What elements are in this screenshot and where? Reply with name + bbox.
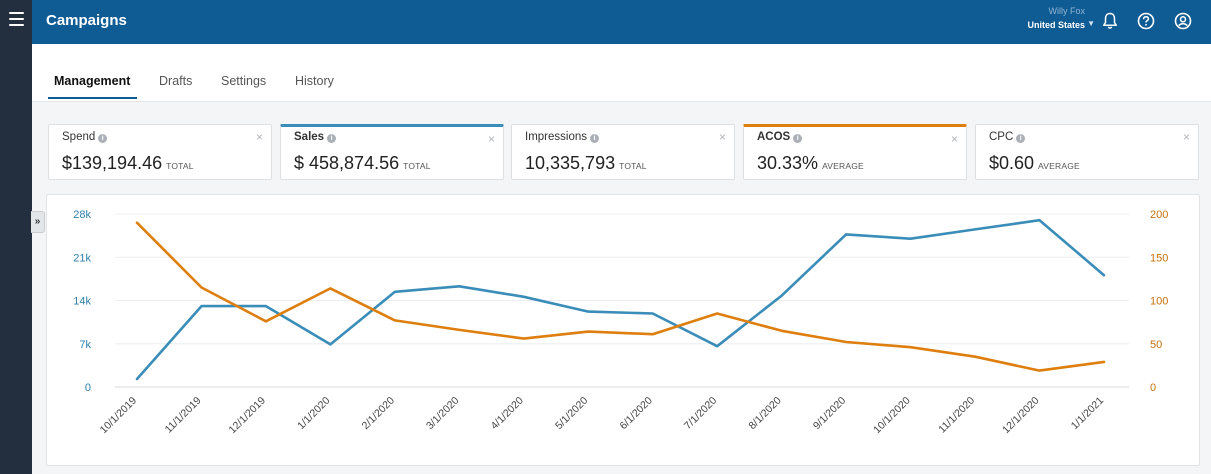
metric-label-text: Spend xyxy=(62,131,96,143)
y-right-tick-label: 200 xyxy=(1150,209,1168,221)
x-tick-label: 12/1/2019 xyxy=(227,395,269,437)
x-tick-label: 12/1/2020 xyxy=(1000,395,1042,437)
metric-card-cpc[interactable]: CPC i × $0.60 AVERAGE xyxy=(975,124,1199,180)
info-icon[interactable]: i xyxy=(98,134,108,143)
user-circle-icon[interactable] xyxy=(1172,10,1194,32)
metric-label-spend: Spend i xyxy=(62,131,108,143)
y-left-tick-label: 28k xyxy=(73,209,91,221)
line-chart: 28k 200 21k 150 14k 100 7k 50 0 0 10/1/2019 11/1/20… xyxy=(73,209,1168,437)
y-right-tick-label: 0 xyxy=(1150,382,1156,394)
x-tick-label: 6/1/2020 xyxy=(617,395,654,432)
y-left-tick-label: 7k xyxy=(79,339,91,351)
x-tick-label: 1/1/2020 xyxy=(295,395,332,432)
account-name: Willy Fox xyxy=(1048,6,1086,16)
metric-value-row: $139,194.46 TOTAL xyxy=(62,153,194,174)
metric-value-row: 10,335,793 TOTAL xyxy=(525,153,647,174)
x-tick-label: 9/1/2020 xyxy=(811,395,848,432)
page-title: Campaigns xyxy=(46,12,127,29)
x-tick-label: 4/1/2020 xyxy=(489,395,526,432)
metric-suffix: TOTAL xyxy=(166,161,194,171)
x-tick-label: 5/1/2020 xyxy=(553,395,590,432)
metric-suffix: AVERAGE xyxy=(1038,161,1080,171)
y-left-tick-label: 0 xyxy=(85,382,91,394)
info-icon[interactable]: i xyxy=(327,134,337,143)
tab-drafts[interactable]: Drafts xyxy=(159,74,192,88)
close-icon[interactable]: × xyxy=(256,131,263,143)
question-circle-icon[interactable] xyxy=(1135,10,1157,32)
y-right-tick-label: 100 xyxy=(1150,296,1168,308)
top-bar: Campaigns Willy Fox United States ▼ xyxy=(32,0,1211,44)
x-tick-label: 8/1/2020 xyxy=(746,395,783,432)
left-navigation-rail xyxy=(0,0,32,474)
x-tick-label: 2/1/2020 xyxy=(360,395,397,432)
chart-panel: 28k 200 21k 150 14k 100 7k 50 0 0 10/1/2019 11/1/20… xyxy=(46,194,1200,466)
close-icon[interactable]: × xyxy=(1183,131,1190,143)
x-tick-label: 11/1/2019 xyxy=(163,395,204,436)
tab-management[interactable]: Management xyxy=(54,74,130,88)
info-icon[interactable]: i xyxy=(1016,134,1026,143)
metric-value: $ 458,874.56 xyxy=(294,153,400,173)
hamburger-icon[interactable] xyxy=(9,12,24,26)
metric-value-row: $ 458,874.56 TOTAL xyxy=(294,153,431,174)
metric-label-sales: Sales i xyxy=(294,131,337,143)
caret-down-icon: ▼ xyxy=(1087,19,1095,28)
metric-label-impressions: Impressions i xyxy=(525,131,599,143)
metric-value-row: $0.60 AVERAGE xyxy=(989,153,1080,174)
account-country: United States xyxy=(1027,20,1085,30)
metric-suffix: TOTAL xyxy=(619,161,647,171)
active-tab-indicator xyxy=(48,97,137,99)
metric-label-text: Impressions xyxy=(525,131,587,143)
info-icon[interactable]: i xyxy=(590,134,599,143)
y-right-tick-label: 50 xyxy=(1150,339,1162,351)
close-icon[interactable]: × xyxy=(488,133,495,145)
metric-value: 10,335,793 xyxy=(525,153,616,173)
metric-suffix: TOTAL xyxy=(403,161,431,171)
bell-icon[interactable] xyxy=(1099,10,1121,32)
metric-card-sales[interactable]: Sales i × $ 458,874.56 TOTAL xyxy=(280,124,504,180)
metric-card-acos[interactable]: ACOS i × 30.33% AVERAGE xyxy=(743,124,967,180)
info-icon[interactable]: i xyxy=(793,134,803,143)
y-left-tick-label: 14k xyxy=(73,296,91,308)
metric-value: $0.60 xyxy=(989,153,1035,173)
account-selector[interactable]: Willy Fox United States ▼ xyxy=(1027,6,1095,30)
x-tick-label: 1/1/2021 xyxy=(1069,395,1106,432)
metric-card-impressions[interactable]: Impressions i × 10,335,793 TOTAL xyxy=(511,124,735,180)
metric-label-text: ACOS xyxy=(757,131,791,143)
y-left-tick-label: 21k xyxy=(73,252,91,264)
x-tick-label: 10/1/2020 xyxy=(871,395,913,437)
metric-card-spend[interactable]: Spend i × $139,194.46 TOTAL xyxy=(48,124,272,180)
x-tick-label: 11/1/2020 xyxy=(936,395,977,436)
tab-history[interactable]: History xyxy=(295,74,334,88)
metric-label-cpc: CPC i xyxy=(989,131,1026,143)
y-right-tick-label: 150 xyxy=(1150,252,1168,264)
metric-value: $139,194.46 xyxy=(62,153,163,173)
metric-suffix: AVERAGE xyxy=(822,161,864,171)
x-tick-label: 3/1/2020 xyxy=(424,395,461,432)
x-tick-label: 7/1/2020 xyxy=(682,395,719,432)
metric-value-row: 30.33% AVERAGE xyxy=(757,153,864,174)
series-line-acos xyxy=(135,221,1106,372)
metric-label-text: Sales xyxy=(294,131,325,143)
close-icon[interactable]: × xyxy=(719,131,726,143)
metric-label-text: CPC xyxy=(989,131,1014,143)
metric-value: 30.33% xyxy=(757,153,819,173)
tab-bar: Management Drafts Settings History xyxy=(32,44,1211,102)
double-chevron-right-icon[interactable]: » xyxy=(31,211,45,233)
x-tick-label: 10/1/2019 xyxy=(98,395,140,437)
close-icon[interactable]: × xyxy=(951,133,958,145)
metric-label-acos: ACOS i xyxy=(757,131,803,143)
tab-settings[interactable]: Settings xyxy=(221,74,266,88)
